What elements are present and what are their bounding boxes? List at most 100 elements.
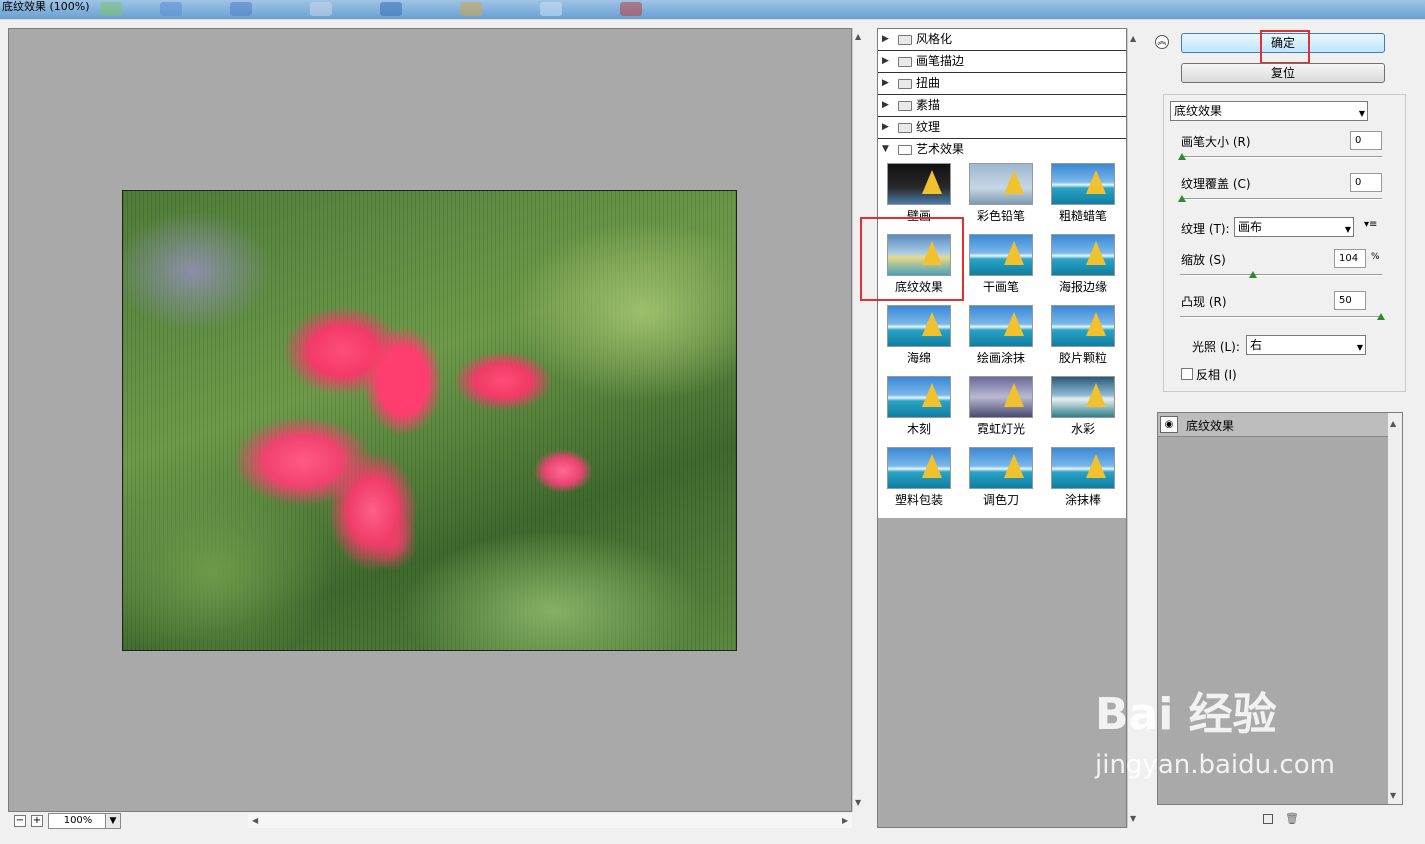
filter-label: 水彩 [1070,422,1095,436]
eye-icon[interactable]: ◉ [1160,416,1178,433]
texture-coverage-slider-handle[interactable] [1178,195,1186,202]
filter-label: 海报边缘 [1058,280,1107,294]
scroll-up-icon[interactable]: ▲ [855,32,861,42]
category-artistic[interactable]: ▼ 艺术效果 [878,139,1126,161]
filter-gallery: ▶ 风格化 ▶ 画笔描边 ▶ 扭曲 ▶ 素描 ▶ 纹理 ▼ 艺术效果 壁画 彩色… [877,28,1127,828]
filter-thumb-smudge-stick[interactable]: 涂抹棒 [1048,446,1118,512]
effect-layer-label: 底纹效果 [1186,419,1235,433]
relief-slider[interactable] [1180,316,1382,318]
texture-coverage-field[interactable]: 0 [1350,173,1382,192]
filter-thumb-sponge[interactable]: 海绵 [884,304,954,370]
scroll-down-icon[interactable]: ▼ [1130,814,1136,824]
texture-menu-icon[interactable]: ▾≡ [1364,219,1377,230]
category-distort[interactable]: ▶ 扭曲 [878,73,1126,95]
expand-arrow-icon[interactable]: ▶ [882,73,889,94]
category-sketch[interactable]: ▶ 素描 [878,95,1126,117]
collapse-panel-button[interactable]: ︽ [1155,35,1169,49]
filter-label: 粗糙蜡笔 [1058,209,1107,223]
texture-select[interactable]: 画布 ▼ [1234,217,1354,237]
expand-arrow-icon[interactable]: ▶ [882,117,889,138]
filter-thumb-plastic-wrap[interactable]: 塑料包装 [884,446,954,512]
taskbar-app-icon[interactable] [620,2,642,16]
filter-thumb-cutout[interactable]: 木刻 [884,375,954,441]
filter-thumbnail [1051,163,1115,205]
scroll-up-icon[interactable]: ▲ [1390,419,1396,429]
filter-thumb-dry-brush[interactable]: 干画笔 [966,233,1036,299]
scroll-down-icon[interactable]: ▼ [1390,791,1396,801]
collapse-arrow-icon[interactable]: ▼ [882,139,889,160]
folder-icon [898,123,912,133]
effect-layer-row[interactable]: ◉ 底纹效果 [1158,413,1388,437]
taskbar-app-icon[interactable] [160,2,182,16]
ok-button-highlight [1260,30,1310,64]
filter-thumb-neon-glow[interactable]: 霓虹灯光 [966,375,1036,441]
filter-thumbnail [969,163,1033,205]
filter-select[interactable]: 底纹效果 ▼ [1170,101,1368,121]
filter-thumbnail [887,305,951,347]
taskbar-app-icon[interactable] [230,2,252,16]
window-title-bar: 底纹效果 (100%) [0,0,1425,19]
filter-label: 干画笔 [982,280,1019,294]
category-texture[interactable]: ▶ 纹理 [878,117,1126,139]
filter-thumb-poster-edges[interactable]: 海报边缘 [1048,233,1118,299]
scaling-slider-handle[interactable] [1249,271,1257,278]
zoom-dropdown-button[interactable]: ▼ [105,813,121,829]
reset-button[interactable]: 复位 [1181,63,1385,83]
scaling-field[interactable]: 104 [1334,249,1366,268]
filter-thumb-watercolor[interactable]: 水彩 [1048,375,1118,441]
zoom-in-button[interactable]: + [31,815,43,827]
brush-size-slider-handle[interactable] [1178,153,1186,160]
filter-settings-panel: 底纹效果 ▼ 画笔大小 (R) 0 纹理覆盖 (C) 0 纹理 (T): 画布 … [1163,94,1406,392]
relief-field[interactable]: 50 [1334,291,1366,310]
category-brush-strokes[interactable]: ▶ 画笔描边 [878,51,1126,73]
expand-arrow-icon[interactable]: ▶ [882,29,889,50]
invert-label: 反相 (I) [1196,368,1237,382]
category-stylize[interactable]: ▶ 风格化 [878,29,1126,51]
invert-checkbox[interactable] [1181,368,1193,380]
trash-icon[interactable]: 🗑 [1285,812,1299,825]
zoom-field[interactable]: 100% [48,813,108,829]
filter-thumb-rough-pastels[interactable]: 粗糙蜡笔 [1048,162,1118,228]
scroll-left-icon[interactable]: ◀ [252,816,258,826]
filter-label: 木刻 [906,422,931,436]
texture-select-value: 画布 [1238,220,1263,234]
scroll-down-icon[interactable]: ▼ [855,798,861,808]
layers-vertical-scrollbar[interactable]: ▲ ▼ [1388,413,1402,804]
taskbar-app-icon[interactable] [460,2,482,16]
taskbar-app-icon[interactable] [380,2,402,16]
new-effect-layer-icon[interactable] [1263,814,1273,824]
preview-pane[interactable] [8,28,852,812]
filter-thumbnail [1051,447,1115,489]
category-label: 纹理 [916,120,941,134]
filter-thumb-palette-knife[interactable]: 调色刀 [966,446,1036,512]
taskbar-app-icon[interactable] [100,2,122,16]
filter-label: 霓虹灯光 [976,422,1025,436]
scroll-right-icon[interactable]: ▶ [842,816,848,826]
filter-thumbnail [1051,376,1115,418]
brush-size-field[interactable]: 0 [1350,131,1382,150]
plus-icon: + [32,815,42,826]
filter-label: 涂抹棒 [1064,493,1101,507]
brush-size-slider[interactable] [1180,156,1382,158]
taskbar-app-icon[interactable] [540,2,562,16]
chevron-down-icon: ▼ [1356,343,1363,352]
texture-coverage-slider[interactable] [1180,198,1382,200]
preview-horizontal-scrollbar[interactable]: ◀ ▶ [248,814,852,828]
relief-slider-handle[interactable] [1377,313,1385,320]
folder-icon [898,35,912,45]
filter-thumb-colored-pencil[interactable]: 彩色铅笔 [966,162,1036,228]
baidu-watermark: Bai 经验 jingyan.baidu.com [1095,690,1365,810]
filter-thumbnail [887,447,951,489]
expand-arrow-icon[interactable]: ▶ [882,95,889,116]
filter-thumb-paint-daubs[interactable]: 绘画涂抹 [966,304,1036,370]
filter-thumb-film-grain[interactable]: 胶片颗粒 [1048,304,1118,370]
category-label: 素描 [916,98,941,112]
scroll-up-icon[interactable]: ▲ [1130,34,1136,44]
scaling-slider[interactable] [1180,274,1382,276]
light-select[interactable]: 右 ▼ [1246,335,1366,355]
folder-icon [898,101,912,111]
taskbar-app-icon[interactable] [310,2,332,16]
zoom-out-button[interactable]: − [14,815,26,827]
expand-arrow-icon[interactable]: ▶ [882,51,889,72]
preview-vertical-scrollbar[interactable]: ▲ ▼ [852,28,866,812]
